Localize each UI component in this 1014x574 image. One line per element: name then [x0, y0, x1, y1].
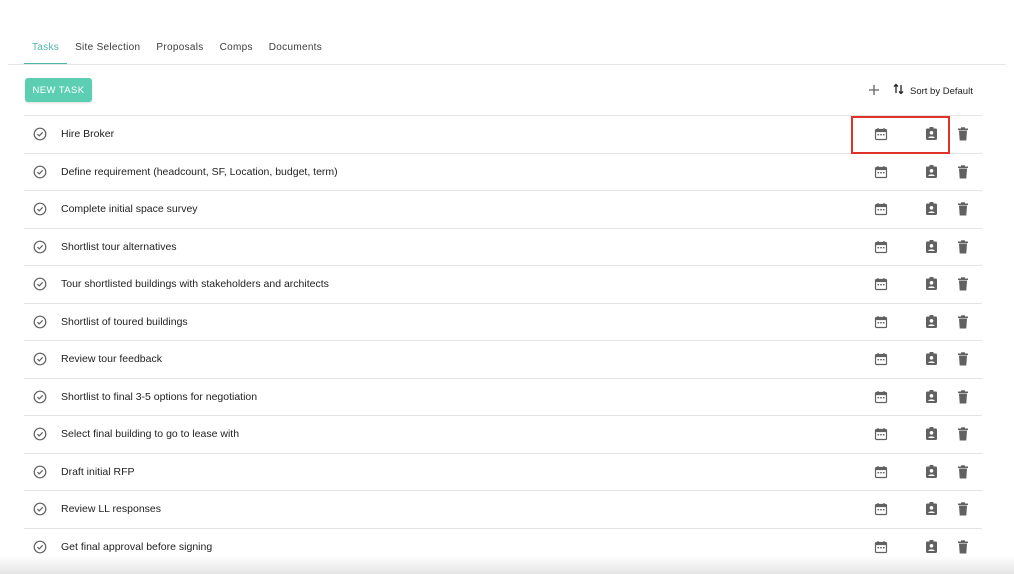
task-row[interactable]: Draft initial RFP [24, 452, 982, 491]
bottom-fade [0, 556, 1014, 574]
task-row[interactable]: Define requirement (headcount, SF, Locat… [24, 152, 982, 191]
task-label: Review LL responses [61, 503, 161, 515]
task-label: Hire Broker [61, 128, 115, 140]
task-row[interactable]: Select final building to go to lease wit… [24, 415, 982, 453]
check-circle-icon[interactable] [33, 352, 47, 366]
trash-icon[interactable] [957, 539, 969, 554]
tab-tasks[interactable]: Tasks [24, 30, 68, 65]
trash-icon[interactable] [957, 389, 969, 404]
check-circle-icon[interactable] [33, 127, 47, 141]
task-label: Complete initial space survey [61, 203, 198, 215]
sort-arrows-icon [893, 82, 904, 100]
task-label: Shortlist of toured buildings [61, 315, 188, 328]
sort-label: Sort by Default [910, 85, 973, 97]
calendar-icon[interactable] [874, 540, 888, 554]
trash-icon[interactable] [957, 464, 969, 479]
trash-icon[interactable] [957, 352, 969, 366]
tab-comps[interactable]: Comps [212, 30, 261, 65]
task-label: Tour shortlisted buildings with stakehol… [61, 278, 329, 290]
calendar-icon[interactable] [874, 240, 888, 254]
assignee-icon[interactable] [924, 464, 939, 479]
task-row[interactable]: Shortlist of toured buildings [24, 302, 982, 341]
task-row[interactable]: Shortlist to final 3-5 options for negot… [24, 377, 982, 416]
calendar-icon[interactable] [874, 127, 888, 141]
check-circle-icon[interactable] [33, 465, 47, 479]
tabs-divider [8, 64, 1006, 65]
tab-bar: Tasks Site Selection Proposals Comps Doc… [24, 30, 330, 65]
trash-icon[interactable] [957, 277, 969, 291]
trash-icon[interactable] [957, 239, 969, 254]
check-circle-icon[interactable] [33, 502, 47, 516]
check-circle-icon[interactable] [33, 427, 47, 441]
check-circle-icon[interactable] [33, 202, 47, 216]
task-list: Hire Broker Define requirement (headcount… [24, 115, 982, 565]
check-circle-icon[interactable] [33, 315, 47, 329]
check-circle-icon[interactable] [33, 165, 47, 179]
calendar-icon[interactable] [874, 165, 888, 179]
task-row[interactable]: Tour shortlisted buildings with stakehol… [24, 265, 982, 303]
trash-icon[interactable] [957, 502, 969, 516]
calendar-icon[interactable] [874, 277, 888, 291]
task-label: Shortlist tour alternatives [61, 240, 177, 253]
assignee-icon[interactable] [924, 164, 939, 179]
assignee-icon[interactable] [924, 126, 939, 141]
assignee-icon[interactable] [924, 276, 939, 291]
assignee-icon[interactable] [924, 539, 939, 554]
task-row[interactable]: Hire Broker [24, 115, 982, 153]
trash-icon[interactable] [957, 164, 969, 179]
trash-icon[interactable] [957, 127, 969, 141]
task-label: Review tour feedback [61, 353, 162, 365]
task-label: Shortlist to final 3-5 options for negot… [61, 390, 258, 403]
assignee-icon[interactable] [924, 314, 939, 329]
task-row[interactable]: Review tour feedback [24, 340, 982, 378]
sort-button[interactable]: Sort by Default [893, 83, 973, 99]
trash-icon[interactable] [957, 202, 969, 216]
trash-icon[interactable] [957, 314, 969, 329]
new-task-button[interactable]: NEW TASK [25, 78, 92, 102]
assignee-icon[interactable] [924, 351, 939, 366]
task-label: Select final building to go to lease wit… [61, 428, 240, 440]
calendar-icon[interactable] [874, 352, 888, 366]
assignee-icon[interactable] [924, 501, 939, 516]
task-label: Get final approval before signing [61, 540, 213, 553]
task-row[interactable]: Complete initial space survey [24, 190, 982, 228]
calendar-icon[interactable] [874, 202, 888, 216]
task-row[interactable]: Shortlist tour alternatives [24, 227, 982, 266]
assignee-icon[interactable] [924, 239, 939, 254]
task-label: Define requirement (headcount, SF, Locat… [61, 165, 338, 178]
check-circle-icon[interactable] [33, 277, 47, 291]
assignee-icon[interactable] [924, 426, 939, 441]
check-circle-icon[interactable] [33, 240, 47, 254]
calendar-icon[interactable] [874, 502, 888, 516]
assignee-icon[interactable] [924, 389, 939, 404]
task-label: Draft initial RFP [61, 465, 135, 478]
calendar-icon[interactable] [874, 390, 888, 404]
assignee-icon[interactable] [924, 201, 939, 216]
calendar-icon[interactable] [874, 465, 888, 479]
check-circle-icon[interactable] [33, 390, 47, 404]
tab-site-selection[interactable]: Site Selection [67, 30, 148, 65]
task-row[interactable]: Review LL responses [24, 490, 982, 528]
plus-icon[interactable] [866, 82, 882, 98]
check-circle-icon[interactable] [33, 540, 47, 554]
tab-documents[interactable]: Documents [261, 30, 330, 65]
calendar-icon[interactable] [874, 315, 888, 329]
trash-icon[interactable] [957, 427, 969, 441]
tab-proposals[interactable]: Proposals [148, 30, 211, 65]
calendar-icon[interactable] [874, 427, 888, 441]
